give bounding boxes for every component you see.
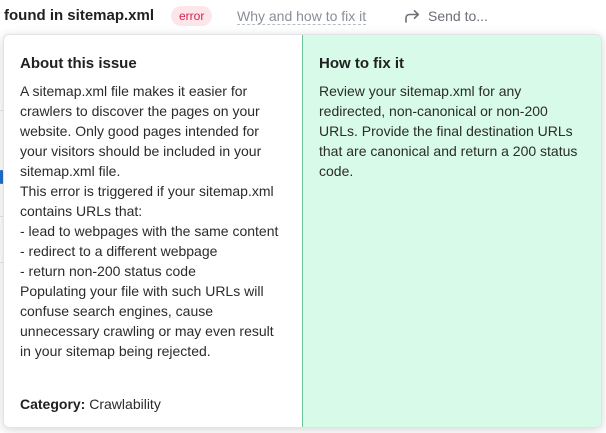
about-list-item: - redirect to a different webpage (20, 243, 218, 259)
about-paragraph: A sitemap.xml file makes it easier for c… (20, 83, 262, 179)
send-to-button[interactable]: Send to... (404, 6, 488, 26)
issue-header: found in sitemap.xml error Why and how t… (0, 0, 606, 34)
severity-badge: error (171, 6, 213, 26)
send-to-label: Send to... (428, 8, 488, 24)
category-label: Category: (20, 396, 86, 412)
about-issue-text: A sitemap.xml file makes it easier for c… (20, 81, 286, 361)
category-value: Crawlability (89, 396, 161, 412)
about-issue-heading: About this issue (20, 55, 137, 72)
about-list-item: - return non-200 status code (20, 263, 196, 279)
about-paragraph: Populating your file with such URLs will… (20, 283, 274, 359)
about-paragraph: This error is triggered if your sitemap.… (20, 183, 274, 219)
share-arrow-icon (404, 9, 421, 23)
how-to-fix-heading: How to fix it (319, 55, 404, 72)
about-list-item: - lead to webpages with the same content (20, 223, 279, 239)
issue-title: found in sitemap.xml (4, 7, 155, 24)
issue-popover: About this issue A sitemap.xml file make… (3, 34, 602, 428)
why-how-fix-link[interactable]: Why and how to fix it (237, 8, 367, 25)
how-to-fix-panel: How to fix it Review your sitemap.xml fo… (303, 35, 601, 427)
issue-category: Category: Crawlability (20, 395, 161, 413)
how-to-fix-text: Review your sitemap.xml for any redirect… (319, 83, 578, 179)
about-issue-panel: About this issue A sitemap.xml file make… (4, 35, 303, 427)
